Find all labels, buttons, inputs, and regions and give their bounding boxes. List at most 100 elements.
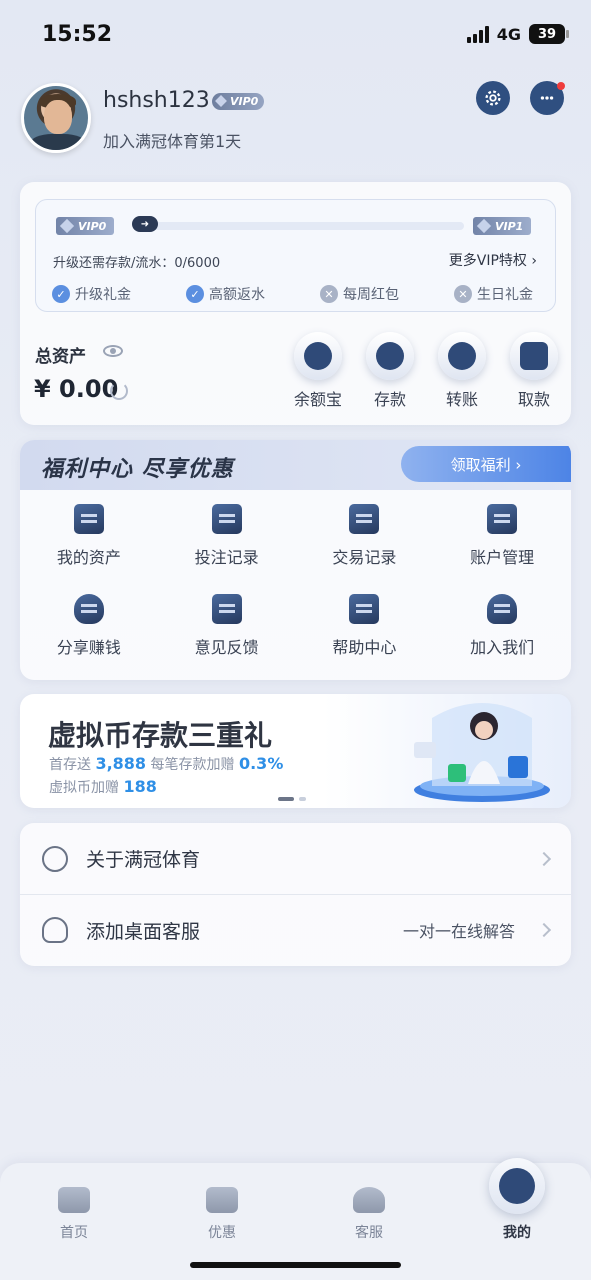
total-assets-value: ¥ 0.00: [34, 375, 119, 403]
menu-label: 交易记录: [332, 548, 397, 567]
perk-item: ✕ 每周红包: [320, 284, 454, 304]
menu-label: 分享赚钱: [56, 638, 121, 657]
banner-text: 虚拟币加赠: [49, 780, 119, 796]
desktop-service-row[interactable]: 添加桌面客服 一对一在线解答: [20, 894, 571, 965]
tab-service[interactable]: 客服: [329, 1187, 409, 1242]
menu-my-assets[interactable]: 我的资产: [20, 504, 158, 568]
carousel-dots: [278, 797, 306, 801]
action-withdraw[interactable]: 取款: [498, 332, 570, 410]
banner-text: 每笔存款加赠: [150, 757, 235, 773]
home-icon: [58, 1187, 90, 1213]
network-type: 4G: [496, 24, 521, 44]
upgrade-requirement: 升级还需存款/流水：0/6000: [53, 256, 221, 271]
total-assets-label: 总资产: [35, 347, 86, 367]
menu-label: 意见反馈: [194, 638, 259, 657]
help-book-icon: [349, 594, 380, 624]
join-days-text: 加入满冠体育第1天: [103, 132, 242, 151]
check-icon: ✓: [186, 285, 204, 303]
headset-icon: [353, 1187, 385, 1213]
action-label: 存款: [373, 390, 406, 409]
avatar[interactable]: [21, 83, 91, 153]
perk-label: 升级礼金: [75, 287, 131, 303]
status-icons: 4G 39: [466, 24, 569, 44]
row-label: 添加桌面客服: [86, 920, 201, 943]
menu-bet-records[interactable]: 投注记录: [158, 504, 296, 568]
banner-line-2: 虚拟币加赠 188: [49, 777, 157, 797]
transaction-icon: [349, 504, 380, 534]
vip-perks: ✓ 升级礼金 ✓ 高额返水 ✕ 每周红包 ✕ 生日礼金: [52, 284, 588, 304]
banner-highlight: 188: [123, 777, 157, 796]
perk-label: 高额返水: [209, 287, 265, 303]
menu-feedback[interactable]: 意见反馈: [158, 594, 296, 658]
tab-offers[interactable]: 优惠: [182, 1187, 262, 1242]
menu-label: 账户管理: [470, 548, 535, 567]
refresh-icon[interactable]: [110, 382, 128, 400]
battery-icon: 39: [529, 24, 569, 44]
banner-highlight: 0.3%: [238, 754, 284, 773]
menu-label: 我的资产: [56, 548, 121, 567]
handshake-icon: [73, 594, 104, 624]
tab-label: 优惠: [208, 1225, 236, 1241]
status-time: 15:52: [42, 22, 113, 47]
cross-icon: ✕: [454, 285, 472, 303]
action-balance-treasure[interactable]: 余额宝: [282, 332, 354, 410]
claim-welfare-button[interactable]: 领取福利 ›: [401, 446, 571, 482]
feedback-icon: [211, 594, 242, 624]
menu-label: 加入我们: [470, 638, 535, 657]
username: hshsh123: [103, 88, 210, 113]
check-icon: ✓: [52, 285, 70, 303]
welfare-grid: 我的资产 投注记录 交易记录 账户管理 分享赚钱 意见反馈 帮助中心 加入我们: [20, 504, 571, 658]
tab-label: 客服: [355, 1225, 383, 1241]
vip-assets-card: VIP0 ➜ VIP1 升级还需存款/流水：0/6000 更多VIP特权 › ✓…: [20, 182, 571, 425]
action-deposit[interactable]: 存款: [354, 332, 426, 410]
menu-help-center[interactable]: 帮助中心: [296, 594, 434, 658]
menu-transaction-records[interactable]: 交易记录: [296, 504, 434, 568]
menu-share-earn[interactable]: 分享赚钱: [20, 594, 158, 658]
settings-list: 关于满冠体育 添加桌面客服 一对一在线解答: [20, 823, 571, 966]
users-icon: [487, 594, 518, 624]
promo-banner[interactable]: 虚拟币存款三重礼 首存送 3,888 每笔存款加赠 0.3% 虚拟币加赠 188: [20, 694, 571, 808]
menu-label: 投注记录: [194, 548, 259, 567]
coins-icon: [304, 342, 332, 370]
current-vip-tag: VIP0: [56, 217, 115, 235]
next-vip-tag: VIP1: [473, 217, 532, 235]
unread-dot: [557, 82, 565, 90]
signal-icon: [466, 25, 489, 43]
banner-highlight: 3,888: [95, 754, 147, 773]
home-indicator: [190, 1262, 401, 1268]
menu-join-us[interactable]: 加入我们: [433, 594, 571, 658]
perk-label: 生日礼金: [477, 287, 533, 303]
menu-account-management[interactable]: 账户管理: [433, 504, 571, 568]
runner-icon: ➜: [132, 216, 158, 232]
more-vip-label: 更多VIP特权: [448, 253, 527, 269]
tab-label: 我的: [503, 1225, 531, 1241]
wallet-icon: [376, 342, 404, 370]
chevron-right-icon: [536, 922, 552, 938]
messages-button[interactable]: [530, 81, 565, 115]
about-row[interactable]: 关于满冠体育: [20, 823, 571, 894]
row-extra: 一对一在线解答: [402, 922, 515, 941]
perk-label: 每周红包: [343, 287, 399, 303]
action-label: 余额宝: [293, 390, 342, 409]
chat-icon: [540, 96, 554, 100]
bet-record-icon: [211, 504, 242, 534]
tab-label: 首页: [60, 1225, 88, 1241]
banner-illustration: [414, 703, 550, 802]
chevron-right-icon: [536, 851, 552, 866]
welfare-title: 福利中心 尽享优惠: [41, 457, 234, 482]
discount-icon: [206, 1187, 238, 1213]
settings-button[interactable]: [476, 81, 510, 115]
eye-icon[interactable]: [103, 345, 123, 357]
menu-label: 帮助中心: [332, 638, 397, 657]
vip-badge: VIP0: [212, 93, 265, 110]
perk-item: ✓ 高额返水: [186, 284, 320, 304]
status-bar: 15:52 4G 39: [0, 0, 591, 70]
wallet-icon: [73, 504, 104, 534]
more-vip-link[interactable]: 更多VIP特权 ›: [449, 250, 537, 270]
perk-item: ✕ 生日礼金: [454, 284, 588, 304]
action-transfer[interactable]: 转账: [426, 332, 498, 410]
quick-actions: 余额宝 存款 转账 取款: [282, 332, 570, 410]
tab-home[interactable]: 首页: [34, 1187, 114, 1242]
tab-mine-icon-button[interactable]: [489, 1158, 545, 1214]
banner-text: 首存送: [49, 757, 91, 773]
